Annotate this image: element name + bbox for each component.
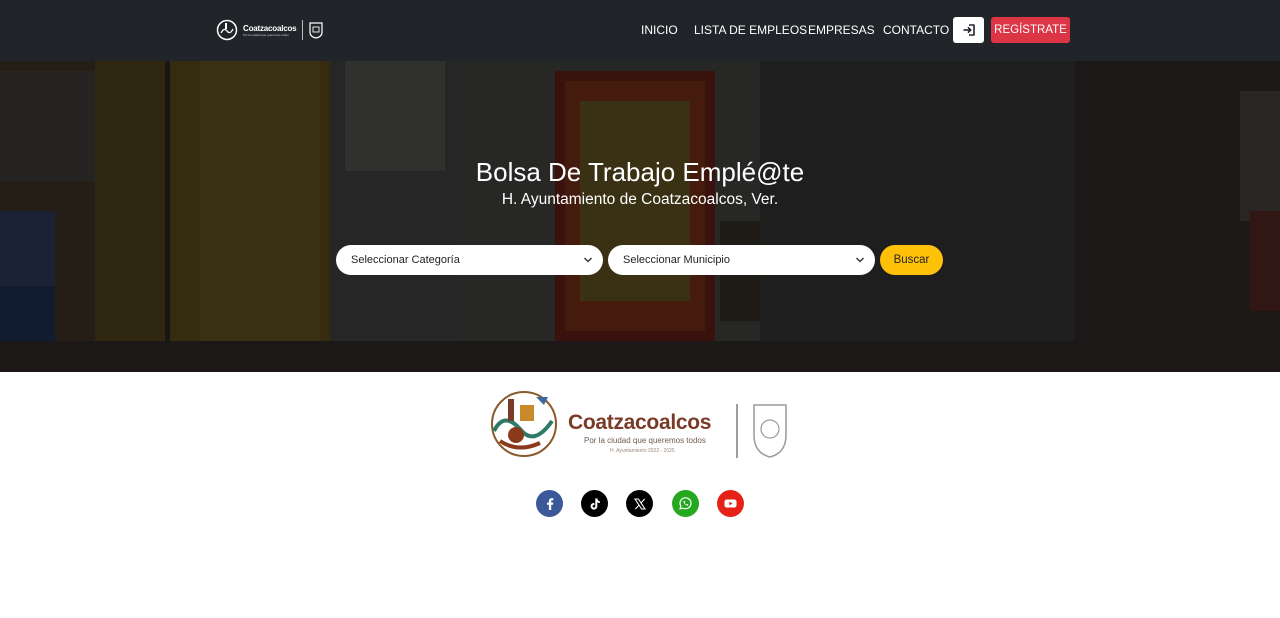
youtube-icon [724, 499, 737, 508]
city-seal-icon [309, 22, 324, 39]
tiktok-link[interactable] [581, 490, 608, 517]
footer-brand-tagline: Por la ciudad que queremos todos [584, 436, 706, 445]
top-navbar: Coatzacoalcos Por la ciudad que queremos… [0, 0, 1280, 61]
sign-in-icon [963, 24, 975, 36]
footer-brand-period: H. Ayuntamiento 2022 - 2025 [610, 448, 675, 454]
footer-logo-divider [736, 404, 738, 458]
municipality-select-value: Seleccionar Municipio [623, 254, 730, 266]
nav-link-empresas[interactable]: EMPRESAS [808, 22, 875, 38]
city-emblem-icon [216, 19, 238, 41]
category-select-value: Seleccionar Categoría [351, 254, 460, 266]
login-button[interactable] [953, 17, 984, 43]
category-select[interactable]: Seleccionar Categoría [336, 245, 603, 275]
tiktok-icon [590, 497, 600, 510]
chevron-down-icon [855, 257, 865, 263]
facebook-link[interactable] [536, 490, 563, 517]
hero-banner: Bolsa De Trabajo Emplé@te H. Ayuntamient… [0, 61, 1280, 372]
nav-link-lista-de-empleos[interactable]: LISTA DE EMPLEOS [694, 22, 807, 38]
nav-link-inicio[interactable]: INICIO [641, 22, 678, 38]
nav-link-contacto[interactable]: CONTACTO [883, 22, 949, 38]
register-button[interactable]: REGÍSTRATE [991, 17, 1070, 43]
whatsapp-icon [679, 497, 692, 510]
nav-logo[interactable]: Coatzacoalcos Por la ciudad que queremos… [216, 18, 324, 42]
hero-background-photo [0, 61, 1280, 372]
nav-brand-name: Coatzacoalcos [243, 23, 297, 33]
hero-title: Bolsa De Trabajo Emplé@te [475, 157, 805, 187]
x-link[interactable] [626, 490, 653, 517]
youtube-link[interactable] [717, 490, 744, 517]
search-button[interactable]: Buscar [880, 245, 943, 275]
whatsapp-link[interactable] [672, 490, 699, 517]
x-icon [633, 497, 646, 510]
nav-logo-divider [302, 20, 304, 40]
municipality-select[interactable]: Seleccionar Municipio [608, 245, 875, 275]
footer-brand-name: Coatzacoalcos [568, 411, 712, 434]
chevron-down-icon [583, 257, 593, 263]
nav-brand-tagline: Por la ciudad que queremos todos [243, 32, 289, 37]
facebook-icon [546, 497, 553, 510]
hero-subtitle: H. Ayuntamiento de Coatzacoalcos, Ver. [501, 191, 779, 208]
